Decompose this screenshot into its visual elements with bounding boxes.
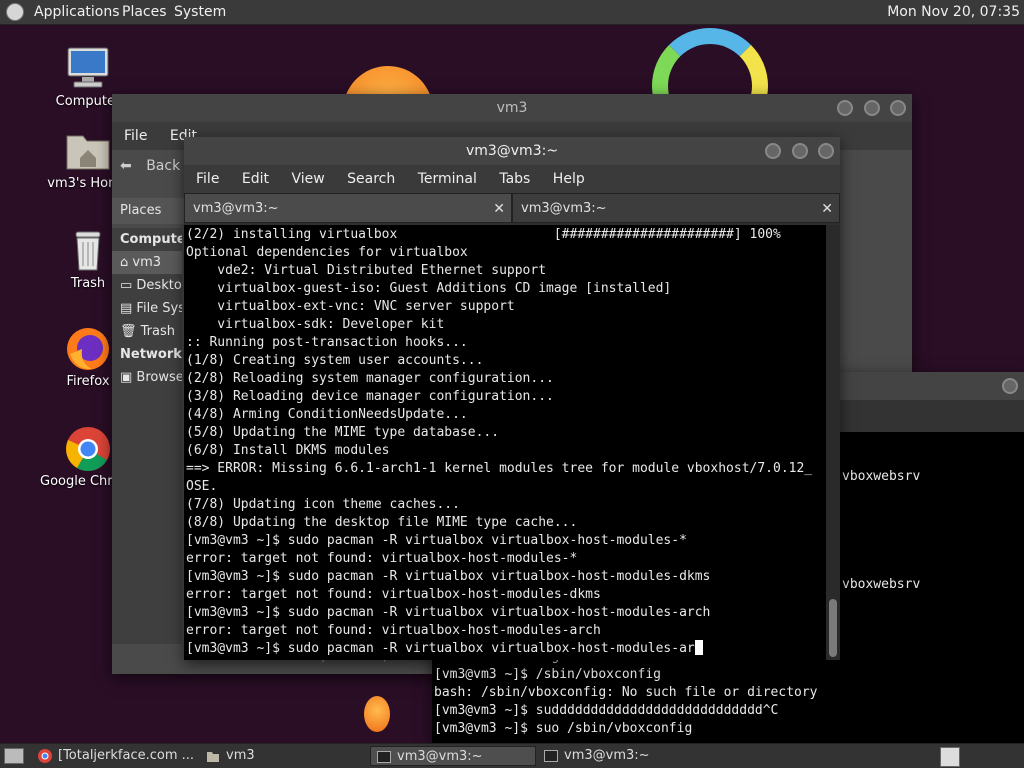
terminal-line: error: target not found: virtualbox-host… xyxy=(186,623,601,638)
sidebar-item-browse-network[interactable]: ▣ Browse Network xyxy=(112,366,182,389)
terminal-icon xyxy=(377,750,391,764)
close-tab-icon[interactable]: ✕ xyxy=(493,194,505,224)
sidebar-item-trash[interactable]: 🗑 Trash xyxy=(112,320,182,343)
terminal-line: [vm3@vm3 ~]$ sudo pacman -R virtualbox v… xyxy=(186,569,711,584)
terminal-line: (7/8) Updating icon theme caches... xyxy=(186,497,460,512)
terminal-line: OSE. xyxy=(186,479,218,494)
terminal-line: [vm3@vm3 ~]$ sudo pacman -R virtualbox v… xyxy=(186,605,711,620)
terminal-line: virtualbox-ext-vnc: VNC server support xyxy=(186,299,515,314)
menu-file[interactable]: File xyxy=(196,171,219,187)
terminal-line: (2/2) installing virtualbox [###########… xyxy=(186,227,781,242)
terminal-line: virtualbox-sdk: Developer kit xyxy=(186,317,445,332)
home-icon: ⌂ xyxy=(120,255,133,270)
terminal-line: (2/8) Reloading system manager configura… xyxy=(186,371,554,386)
terminal-line: Optional dependencies for virtualbox xyxy=(186,245,468,260)
terminal-titlebar[interactable]: vm3@vm3:~ xyxy=(184,137,840,165)
show-desktop-icon[interactable] xyxy=(4,748,24,764)
terminal-line: (4/8) Arming ConditionNeedsUpdate... xyxy=(186,407,468,422)
bottom-panel: [Totaljerkface.com ... vm3 vm3@vm3:~ vm3… xyxy=(0,743,1024,768)
text-cursor xyxy=(694,640,703,655)
fm-menu-file[interactable]: File xyxy=(124,128,147,144)
scrollbar-thumb[interactable] xyxy=(829,599,837,657)
menu-help[interactable]: Help xyxy=(553,171,585,187)
back-arrow-icon: ⬅ xyxy=(120,158,132,174)
clock[interactable]: Mon Nov 20, 07:35 xyxy=(887,4,1020,20)
applications-menu[interactable]: Applications xyxy=(34,4,120,20)
sidebar-item-vm3[interactable]: ⌂ vm3 xyxy=(112,251,182,274)
close-button[interactable] xyxy=(818,143,834,159)
close-button[interactable] xyxy=(890,100,906,116)
trash-small-icon: 🗑 xyxy=(120,324,141,339)
sidebar-item-filesystem[interactable]: ▤ File System xyxy=(112,297,182,320)
taskbar-item-terminal-1[interactable]: vm3@vm3:~ xyxy=(370,746,536,766)
firefox-icon xyxy=(64,326,112,372)
mate-logo-icon[interactable] xyxy=(6,3,24,21)
sidebar-heading-network: Network xyxy=(120,347,182,362)
terminal-line: (3/8) Reloading device manager configura… xyxy=(186,389,554,404)
places-menu[interactable]: Places xyxy=(122,4,167,20)
close-tab-icon[interactable]: ✕ xyxy=(821,194,833,224)
drive-icon: ▤ xyxy=(120,301,137,316)
file-manager-titlebar[interactable]: vm3 xyxy=(112,94,912,122)
tab-terminal-2[interactable]: vm3@vm3:~ ✕ xyxy=(512,193,840,223)
terminal-line: (1/8) Creating system user accounts... xyxy=(186,353,484,368)
workspace-switcher[interactable] xyxy=(940,747,960,767)
back-close-button[interactable] xyxy=(1002,378,1018,394)
terminal-menubar: File Edit View Search Terminal Tabs Help xyxy=(184,165,840,193)
terminal-line: (6/8) Install DKMS modules xyxy=(186,443,390,458)
system-menu[interactable]: System xyxy=(174,4,226,20)
computer-icon xyxy=(64,46,112,92)
top-panel: Applications Places System Mon Nov 20, 0… xyxy=(0,0,1024,25)
tab-terminal-1[interactable]: vm3@vm3:~ ✕ xyxy=(184,193,512,223)
sidebar-item-desktop[interactable]: ▭ Desktop xyxy=(112,274,182,297)
menu-edit[interactable]: Edit xyxy=(242,171,269,187)
terminal-line: [vm3@vm3 ~]$ sudo pacman -R virtualbox v… xyxy=(186,533,687,548)
taskbar-item-file-manager[interactable]: vm3 xyxy=(200,746,368,766)
back-button[interactable]: ⬅ Back xyxy=(120,158,180,174)
terminal-line: virtualbox-guest-iso: Guest Additions CD… xyxy=(186,281,672,296)
wallpaper-dot-shape xyxy=(364,696,390,732)
maximize-button[interactable] xyxy=(863,100,880,116)
terminal-window[interactable]: vm3@vm3:~ File Edit View Search Terminal… xyxy=(184,137,840,660)
sidebar-heading-computer: Computer xyxy=(120,232,182,247)
network-icon: ▣ xyxy=(120,370,137,385)
chrome-icon xyxy=(38,749,52,763)
terminal-tabbar: vm3@vm3:~ ✕ vm3@vm3:~ ✕ xyxy=(184,193,840,223)
taskbar-item-chrome[interactable]: [Totaljerkface.com ... xyxy=(32,746,200,766)
terminal-line: error: target not found: virtualbox-host… xyxy=(186,587,601,602)
home-folder-icon xyxy=(64,128,112,174)
chrome-icon xyxy=(64,426,112,472)
minimize-button[interactable] xyxy=(837,100,854,116)
menu-terminal[interactable]: Terminal xyxy=(418,171,477,187)
file-manager-sidebar: Computer ⌂ vm3 ▭ Desktop ▤ File System 🗑… xyxy=(112,228,182,644)
folder-icon xyxy=(206,749,220,763)
terminal-line: error: target not found: virtualbox-host… xyxy=(186,551,578,566)
menu-view[interactable]: View xyxy=(291,171,324,187)
terminal-output[interactable]: (2/2) installing virtualbox [###########… xyxy=(184,225,826,660)
places-dropdown[interactable]: Places xyxy=(112,198,190,224)
terminal-line: :: Running post-transaction hooks... xyxy=(186,335,468,350)
minimize-button[interactable] xyxy=(765,143,782,159)
taskbar-item-terminal-2[interactable]: vm3@vm3:~ xyxy=(538,746,706,766)
terminal-line: (8/8) Updating the desktop file MIME typ… xyxy=(186,515,578,530)
menu-tabs[interactable]: Tabs xyxy=(499,171,530,187)
maximize-button[interactable] xyxy=(791,143,808,159)
terminal-icon xyxy=(544,749,558,763)
terminal-prompt-line[interactable]: [vm3@vm3 ~]$ sudo pacman -R virtualbox v… xyxy=(186,640,826,658)
terminal-line: (5/8) Updating the MIME type database... xyxy=(186,425,500,440)
desktop-icon: ▭ xyxy=(120,278,137,293)
terminal-line: vde2: Virtual Distributed Ethernet suppo… xyxy=(186,263,547,278)
menu-search[interactable]: Search xyxy=(347,171,395,187)
terminal-scrollbar[interactable] xyxy=(826,225,840,660)
trash-icon xyxy=(64,228,112,274)
terminal-line: ==> ERROR: Missing 6.6.1-arch1-1 kernel … xyxy=(186,461,813,476)
